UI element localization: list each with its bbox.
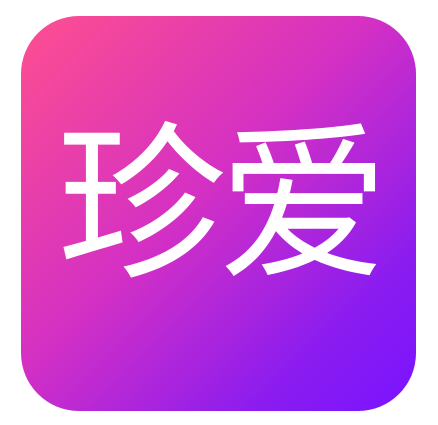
app-logo-text: 珍爱	[56, 107, 388, 305]
page: 珍爱	[0, 0, 438, 425]
app-icon[interactable]: 珍爱	[21, 16, 416, 411]
